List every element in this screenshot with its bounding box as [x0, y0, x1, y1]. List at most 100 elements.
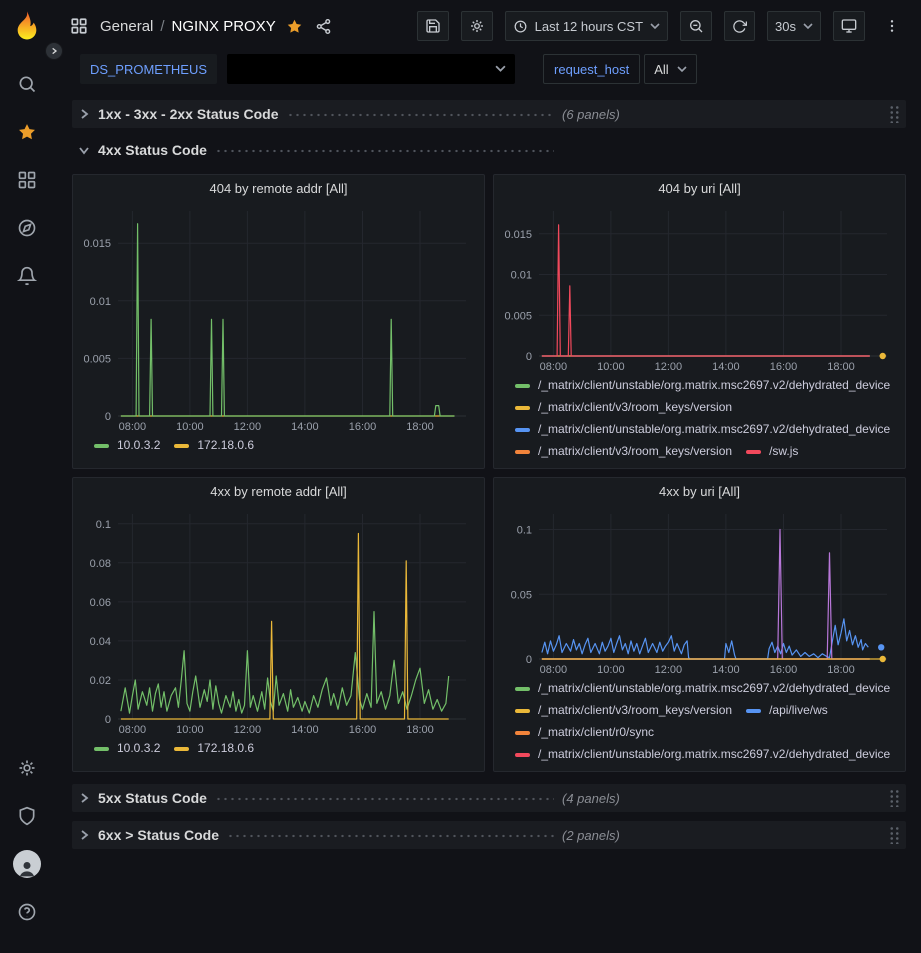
panel-legend: /_matrix/client/unstable/org.matrix.msc2…: [502, 373, 897, 460]
breadcrumb-separator: /: [160, 18, 164, 35]
sidebar-item-server-admin[interactable]: [8, 797, 46, 835]
refresh-button[interactable]: [724, 11, 755, 41]
legend-item[interactable]: /_matrix/client/v3/room_keys/version: [515, 399, 732, 416]
legend-item[interactable]: /_matrix/client/unstable/org.matrix.msc2…: [515, 680, 890, 697]
bell-icon: [17, 266, 37, 286]
row-title[interactable]: 5xx Status Code: [98, 790, 207, 806]
row-drag-handle[interactable]: [889, 105, 900, 123]
legend-label: 10.0.3.2: [117, 740, 160, 757]
chevron-right-icon[interactable]: [78, 108, 90, 120]
legend-item[interactable]: 10.0.3.2: [94, 437, 160, 454]
tv-mode-button[interactable]: [833, 11, 865, 41]
refresh-interval-dropdown[interactable]: 30s: [767, 11, 821, 41]
legend-label: 10.0.3.2: [117, 437, 160, 454]
grafana-logo[interactable]: [11, 10, 43, 45]
monitor-icon: [841, 18, 857, 34]
sidebar-item-dashboards[interactable]: [8, 161, 46, 199]
share-icon: [315, 18, 332, 35]
panel-404-by-remote-addr: 404 by remote addr [All] 08:0010:0012:00…: [72, 174, 485, 469]
share-button[interactable]: [313, 16, 334, 37]
svg-text:16:00: 16:00: [770, 664, 798, 676]
sidebar-item-search[interactable]: [8, 65, 46, 103]
panel-legend: 10.0.3.2 172.18.0.6: [81, 433, 476, 454]
legend-swatch: [515, 709, 530, 713]
time-range-picker[interactable]: Last 12 hours CST: [505, 11, 668, 41]
panel-title[interactable]: 4xx by remote addr [All]: [81, 478, 476, 506]
legend-swatch: [515, 753, 530, 757]
row-1xx-3xx-2xx[interactable]: 1xx - 3xx - 2xx Status Code (6 panels): [72, 100, 906, 128]
legend-item[interactable]: 10.0.3.2: [94, 740, 160, 757]
row-4xx[interactable]: 4xx Status Code: [72, 136, 906, 164]
chevron-down-icon: [495, 65, 506, 73]
breadcrumb-dashboard[interactable]: NGINX PROXY: [172, 18, 276, 35]
sidebar-item-help[interactable]: [8, 893, 46, 931]
dashboards-grid-icon: [17, 170, 37, 190]
help-circle-icon: [17, 902, 37, 922]
header-toolbar: Last 12 hours CST 30s: [417, 11, 907, 41]
main-area: General / NGINX PROXY Last 12 hours: [54, 0, 921, 953]
chevron-down-icon: [677, 66, 687, 73]
grafana-flame-icon: [11, 10, 43, 42]
row-dotted-leader: [215, 149, 554, 153]
svg-text:14:00: 14:00: [712, 361, 740, 373]
sidebar-item-alerting[interactable]: [8, 257, 46, 295]
chevron-down-icon[interactable]: [78, 144, 90, 156]
legend-label: /_matrix/client/unstable/org.matrix.msc2…: [538, 421, 890, 438]
time-series-chart[interactable]: 08:0010:0012:0014:0016:0018:0000.020.040…: [81, 506, 476, 736]
legend-item[interactable]: /_matrix/client/unstable/org.matrix.msc2…: [515, 421, 890, 438]
panel-title[interactable]: 404 by remote addr [All]: [81, 175, 476, 203]
variable-ds-label[interactable]: DS_PROMETHEUS: [80, 54, 217, 84]
legend-item[interactable]: /_matrix/client/unstable/org.matrix.msc2…: [515, 377, 890, 394]
kebab-menu-button[interactable]: [877, 11, 907, 41]
row-drag-handle[interactable]: [889, 826, 900, 844]
zoom-out-time-button[interactable]: [680, 11, 712, 41]
sidebar-expand-button[interactable]: [45, 42, 63, 60]
breadcrumb-folder[interactable]: General: [100, 18, 153, 35]
breadcrumb: General / NGINX PROXY: [100, 18, 276, 35]
legend-item[interactable]: /_matrix/client/r0/sync: [515, 724, 654, 741]
time-series-chart[interactable]: 08:0010:0012:0014:0016:0018:0000.050.1: [502, 506, 897, 676]
save-dashboard-button[interactable]: [417, 11, 449, 41]
legend-item[interactable]: /_matrix/client/unstable/org.matrix.msc2…: [515, 746, 890, 763]
sidebar-item-explore[interactable]: [8, 209, 46, 247]
legend-item[interactable]: /api/live/ws: [746, 702, 828, 719]
row-title[interactable]: 6xx > Status Code: [98, 827, 219, 843]
search-icon: [17, 74, 37, 94]
time-series-chart[interactable]: 08:0010:0012:0014:0016:0018:0000.0050.01…: [81, 203, 476, 433]
variable-ds-value-select[interactable]: [227, 54, 515, 84]
svg-text:18:00: 18:00: [406, 421, 434, 433]
sidebar-item-profile[interactable]: [8, 845, 46, 883]
legend-item[interactable]: /_matrix/client/v3/room_keys/version: [515, 443, 732, 460]
row-panel-count: (4 panels): [562, 791, 620, 806]
compass-icon: [17, 218, 37, 238]
row-5xx[interactable]: 5xx Status Code (4 panels): [72, 784, 906, 812]
legend-item[interactable]: 172.18.0.6: [174, 740, 254, 757]
panel-title[interactable]: 4xx by uri [All]: [502, 478, 897, 506]
row-drag-handle[interactable]: [889, 789, 900, 807]
svg-text:10:00: 10:00: [597, 664, 625, 676]
legend-label: /sw.js: [769, 443, 798, 460]
legend-item[interactable]: 172.18.0.6: [174, 437, 254, 454]
chevron-right-icon[interactable]: [78, 792, 90, 804]
sidebar-item-starred[interactable]: [8, 113, 46, 151]
favorite-star-button[interactable]: [286, 18, 303, 35]
panel-title[interactable]: 404 by uri [All]: [502, 175, 897, 203]
dashboard-settings-button[interactable]: [461, 11, 493, 41]
star-icon: [17, 122, 37, 142]
row-6xx[interactable]: 6xx > Status Code (2 panels): [72, 821, 906, 849]
kebab-dots-icon: [884, 18, 900, 34]
svg-text:18:00: 18:00: [406, 724, 434, 736]
svg-text:12:00: 12:00: [234, 724, 262, 736]
row-title[interactable]: 1xx - 3xx - 2xx Status Code: [98, 106, 279, 122]
row-title[interactable]: 4xx Status Code: [98, 142, 207, 158]
chevron-right-icon[interactable]: [78, 829, 90, 841]
legend-item[interactable]: /sw.js: [746, 443, 798, 460]
person-icon: [17, 858, 37, 878]
apps-menu-button[interactable]: [68, 15, 90, 37]
shield-icon: [17, 806, 37, 826]
legend-item[interactable]: /_matrix/client/v3/room_keys/version: [515, 702, 732, 719]
time-series-chart[interactable]: 08:0010:0012:0014:0016:0018:0000.0050.01…: [502, 203, 897, 373]
svg-text:14:00: 14:00: [291, 724, 319, 736]
variable-request-host-value-select[interactable]: All: [644, 54, 696, 84]
sidebar-item-configuration[interactable]: [8, 749, 46, 787]
